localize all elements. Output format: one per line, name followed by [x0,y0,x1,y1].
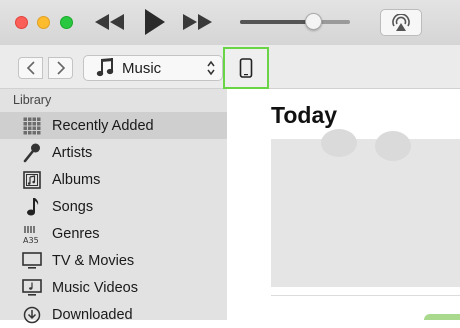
sidebar-item-label: Downloaded [52,306,133,323]
svg-text:A35: A35 [23,236,39,244]
chevron-left-icon [26,61,35,75]
volume-fill [240,20,314,24]
album-icon [21,169,43,191]
microphone-icon [21,142,43,164]
sidebar-item-downloaded[interactable]: Downloaded [0,301,227,328]
chevron-right-icon [56,61,65,75]
music-note-icon [21,196,43,218]
sidebar-item-tv-movies[interactable]: TV & Movies [0,247,227,274]
fast-forward-button[interactable] [181,8,215,36]
grid-icon [21,115,43,137]
music-video-icon [21,277,43,299]
minimize-window-button[interactable] [37,16,50,29]
card-artwork [321,129,357,157]
card-artwork [375,131,411,161]
sidebar-item-label: Artists [52,144,93,161]
page-title: Today [271,102,338,128]
sidebar-item-albums[interactable]: Albums [0,166,227,193]
tv-icon [21,250,43,272]
play-button[interactable] [140,8,168,36]
sidebar-item-label: TV & Movies [52,252,135,269]
library-heading: Library [13,93,52,107]
airplay-icon [392,13,410,31]
sidebar: Library Recently Added Artists Albums So… [0,89,227,323]
media-type-label: Music [122,59,162,77]
divider [271,295,460,296]
sidebar-item-genres[interactable]: A35 Genres [0,220,227,247]
rewind-button[interactable] [93,8,127,36]
sidebar-item-songs[interactable]: Songs [0,193,227,220]
sidebar-item-music-videos[interactable]: Music Videos [0,274,227,301]
featured-card[interactable] [271,129,460,287]
chevron-updown-icon [207,60,215,76]
iphone-icon [239,58,253,78]
zoom-window-button[interactable] [60,16,73,29]
toolbar [0,0,460,45]
sidebar-item-label: Music Videos [52,279,138,296]
media-type-select[interactable]: Music [83,55,223,81]
sidebar-item-recently-added[interactable]: Recently Added [0,112,227,139]
sidebar-item-artists[interactable]: Artists [0,139,227,166]
fast-forward-icon [183,14,212,30]
back-button[interactable] [18,57,43,79]
close-window-button[interactable] [15,16,28,29]
genres-icon: A35 [21,223,43,245]
sidebar-item-label: Albums [52,171,101,188]
download-icon [21,304,43,326]
music-note-icon [96,58,114,77]
play-icon [145,9,165,35]
volume-knob[interactable] [305,13,323,30]
main-content: Today [227,89,460,320]
sidebar-item-label: Songs [52,198,94,215]
sidebar-item-label: Recently Added [52,117,154,134]
rewind-icon [95,14,124,30]
forward-button[interactable] [48,57,73,79]
volume-slider[interactable] [240,13,350,30]
card-edge [424,314,460,320]
device-button[interactable] [223,47,269,89]
sidebar-item-label: Genres [52,225,100,242]
airplay-button[interactable] [380,9,422,36]
